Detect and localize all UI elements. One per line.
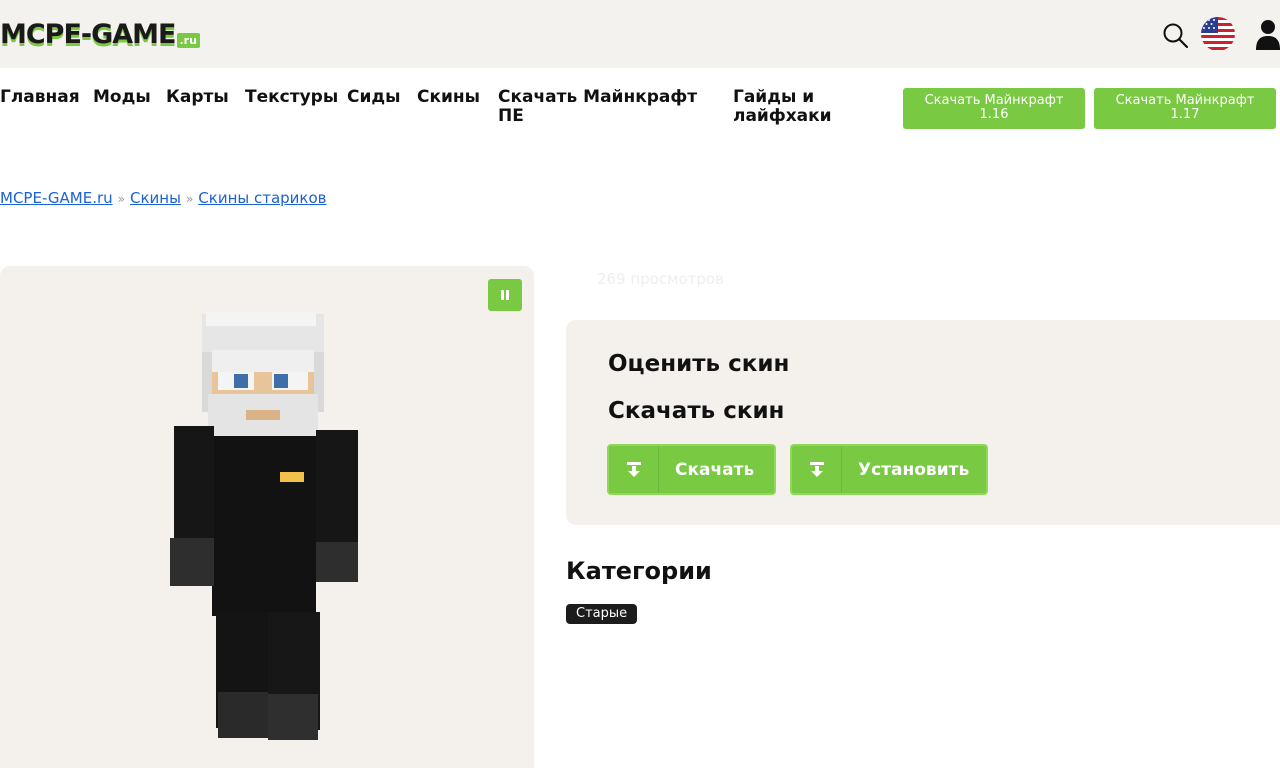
download-button-label: Скачать Майнкрафт (1115, 93, 1255, 108)
breadcrumb-separator: » (185, 192, 194, 206)
user-icon[interactable] (1255, 18, 1280, 50)
categories-title: Категории (566, 557, 712, 585)
download-button-label: Скачать (675, 459, 755, 480)
nav-item-home[interactable]: Главная (0, 88, 80, 107)
download-button-label: Скачать Майнкрафт (924, 93, 1064, 108)
search-icon[interactable] (1162, 22, 1190, 50)
install-skin-button[interactable]: Установить (790, 444, 988, 495)
views-count: 269 просмотров (597, 270, 724, 288)
us-flag-icon[interactable] (1200, 16, 1236, 52)
download-minecraft-116-button[interactable]: Скачать Майнкрафт 1.16 (903, 88, 1085, 129)
rate-skin-title: Оценить скин (608, 351, 790, 377)
pause-icon (506, 290, 509, 300)
site-logo[interactable]: MCPE-GAME .ru (0, 18, 200, 50)
install-icon (792, 446, 842, 493)
nav-item-maps[interactable]: Карты (166, 88, 229, 107)
nav-item-seeds[interactable]: Сиды (347, 88, 401, 107)
breadcrumb-home[interactable]: MCPE-GAME.ru (0, 189, 113, 207)
download-minecraft-117-button[interactable]: Скачать Майнкрафт 1.17 (1094, 88, 1276, 129)
logo-text: MCPE-GAME (0, 19, 176, 50)
pause-icon (501, 290, 504, 300)
nav-item-download-pe[interactable]: Скачать Майнкрафт ПЕ (498, 88, 698, 126)
pause-animation-button[interactable] (488, 279, 522, 311)
nav-item-mods[interactable]: Моды (93, 88, 151, 107)
nav-item-textures[interactable]: Текстуры (245, 88, 338, 107)
nav-item-guides[interactable]: Гайды и лайфхаки (733, 88, 843, 126)
logo-suffix: .ru (176, 33, 200, 48)
breadcrumb-separator: » (117, 192, 125, 206)
download-skin-button[interactable]: Скачать (607, 444, 776, 495)
breadcrumb: MCPE-GAME.ru » Скины » Скины стариков (0, 189, 327, 207)
category-tag[interactable]: Старые (566, 604, 638, 624)
breadcrumb-skins[interactable]: Скины (130, 189, 181, 207)
skin-3d-model[interactable] (160, 312, 370, 742)
download-icon (609, 446, 659, 493)
nav-item-skins[interactable]: Скины (417, 88, 480, 107)
breadcrumb-old-skins[interactable]: Скины стариков (198, 189, 326, 207)
download-skin-title: Скачать скин (608, 398, 785, 424)
download-button-version: 1.17 (1170, 107, 1200, 122)
install-button-label: Установить (858, 459, 970, 480)
download-button-version: 1.16 (979, 107, 1009, 122)
